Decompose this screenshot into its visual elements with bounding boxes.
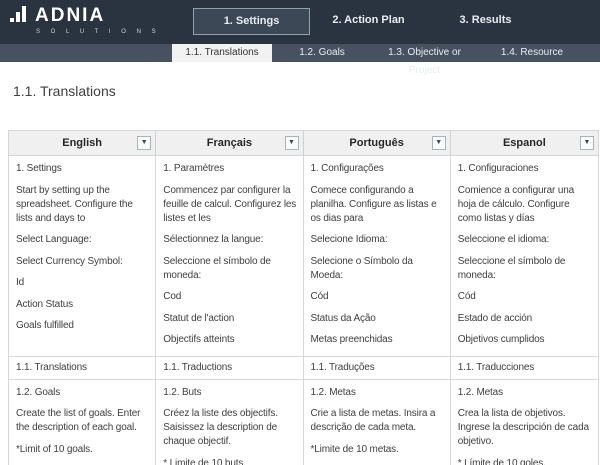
column-cells-portugues: 1.1. Traduções bbox=[304, 357, 451, 379]
table-cell[interactable]: 1. Configuraciones bbox=[458, 162, 592, 176]
page-title: 1.1. Translations bbox=[13, 83, 600, 99]
table-cell[interactable]: Seleccione el símbolo de moneda: bbox=[163, 255, 296, 283]
table-cell[interactable]: Crie a lista de metas. Insira a descriçã… bbox=[311, 407, 444, 435]
table-cell[interactable]: Seleccione el idioma: bbox=[458, 233, 592, 247]
nav-tab-settings[interactable]: 1. Settings bbox=[193, 8, 310, 35]
column-header-francais[interactable]: Français ▼ bbox=[156, 131, 303, 155]
table-cell[interactable]: Créez la liste des objectifs. Saisissez … bbox=[163, 407, 296, 449]
adnia-logo-icon bbox=[10, 6, 30, 24]
column-cells-portugues: 1. Configurações Comece configurando a p… bbox=[304, 156, 451, 356]
table-cell[interactable]: Seleccione el símbolo de moneda: bbox=[458, 255, 592, 283]
subnav-tab-objective-or-project[interactable]: 1.3. Objective or Project bbox=[372, 44, 477, 62]
column-cells-espanol: 1.1. Traducciones bbox=[451, 357, 598, 379]
filter-dropdown-button[interactable]: ▼ bbox=[137, 136, 151, 150]
column-header-label: English bbox=[62, 137, 102, 149]
table-cell[interactable]: Cód bbox=[458, 290, 592, 304]
column-cells-english: 1. Settings Start by setting up the spre… bbox=[9, 156, 156, 356]
top-header-bar: ADNIA S O L U T I O N S 1. Settings 2. A… bbox=[0, 0, 600, 44]
table-cell[interactable]: Create the list of goals. Enter the desc… bbox=[16, 407, 149, 435]
table-cell[interactable]: Estado de acción bbox=[458, 312, 592, 326]
nav-tab-action-plan[interactable]: 2. Action Plan bbox=[310, 8, 427, 35]
nav-tab-results[interactable]: 3. Results bbox=[427, 8, 544, 35]
chevron-down-icon: ▼ bbox=[288, 139, 295, 146]
column-cells-francais: 1.1. Traductions bbox=[156, 357, 303, 379]
table-cell[interactable]: 1.1. Translations bbox=[16, 361, 149, 375]
table-cell[interactable]: Metas preenchidas bbox=[311, 333, 444, 347]
column-cells-francais: 1.2. Buts Créez la liste des objectifs. … bbox=[156, 380, 303, 465]
table-section-settings: 1. Settings Start by setting up the spre… bbox=[9, 156, 598, 356]
table-cell[interactable]: 1.1. Traduções bbox=[311, 361, 444, 375]
column-header-espanol[interactable]: Espanol ▼ bbox=[451, 131, 598, 155]
table-cell[interactable]: * Limite de 10 buts. bbox=[163, 457, 296, 465]
table-section-translations-row: 1.1. Translations 1.1. Traductions 1.1. … bbox=[9, 356, 598, 380]
table-cell[interactable]: 1. Settings bbox=[16, 162, 149, 176]
column-cells-francais: 1. Paramètres Commencez par configurer l… bbox=[156, 156, 303, 356]
column-cells-espanol: 1.2. Metas Crea la lista de objetivos. I… bbox=[451, 380, 598, 465]
table-cell[interactable]: Crea la lista de objetivos. Ingrese la d… bbox=[458, 407, 592, 449]
table-cell[interactable]: 1.2. Goals bbox=[16, 386, 149, 400]
table-cell[interactable]: Sélectionnez la langue: bbox=[163, 233, 296, 247]
table-cell[interactable]: Select Language: bbox=[16, 233, 149, 247]
column-cells-espanol: 1. Configuraciones Comience a configurar… bbox=[451, 156, 598, 356]
filter-dropdown-button[interactable]: ▼ bbox=[432, 136, 446, 150]
column-header-label: Espanol bbox=[503, 137, 546, 149]
table-cell[interactable]: 1. Configurações bbox=[311, 162, 444, 176]
brand-name: ADNIA bbox=[35, 6, 105, 26]
table-cell[interactable]: *Limit of 10 goals. bbox=[16, 443, 149, 457]
sub-nav-bar: 1.1. Translations 1.2. Goals 1.3. Object… bbox=[0, 44, 600, 62]
brand-logo: ADNIA S O L U T I O N S bbox=[10, 6, 160, 35]
column-header-label: Français bbox=[207, 137, 252, 149]
table-cell[interactable]: Comece configurando a planilha. Configur… bbox=[311, 184, 444, 226]
table-cell[interactable]: 1.2. Buts bbox=[163, 386, 296, 400]
chevron-down-icon: ▼ bbox=[435, 139, 442, 146]
column-header-english[interactable]: English ▼ bbox=[9, 131, 156, 155]
table-cell[interactable]: Status da Ação bbox=[311, 312, 444, 326]
column-cells-english: 1.1. Translations bbox=[9, 357, 156, 379]
table-cell[interactable]: 1.2. Metas bbox=[311, 386, 444, 400]
table-cell[interactable]: Goals fulfilled bbox=[16, 319, 149, 333]
column-cells-portugues: 1.2. Metas Crie a lista de metas. Insira… bbox=[304, 380, 451, 465]
table-cell[interactable]: Selecione o Símbolo da Moeda: bbox=[311, 255, 444, 283]
table-cell[interactable]: Selecione Idioma: bbox=[311, 233, 444, 247]
table-cell[interactable]: Commencez par configurer la feuille de c… bbox=[163, 184, 296, 226]
subnav-tab-goals[interactable]: 1.2. Goals bbox=[272, 44, 372, 62]
table-cell[interactable]: 1.1. Traducciones bbox=[458, 361, 592, 375]
table-cell[interactable]: Statut de l'action bbox=[163, 312, 296, 326]
table-cell[interactable]: 1. Paramètres bbox=[163, 162, 296, 176]
table-cell[interactable]: Objectifs atteints bbox=[163, 333, 296, 347]
table-cell[interactable]: Action Status bbox=[16, 298, 149, 312]
column-header-label: Português bbox=[349, 137, 403, 149]
filter-dropdown-button[interactable]: ▼ bbox=[580, 136, 594, 150]
filter-dropdown-button[interactable]: ▼ bbox=[285, 136, 299, 150]
column-cells-english: 1.2. Goals Create the list of goals. Ent… bbox=[9, 380, 156, 465]
brand-subtitle: S O L U T I O N S bbox=[36, 29, 160, 35]
chevron-down-icon: ▼ bbox=[584, 139, 591, 146]
table-section-goals: 1.2. Goals Create the list of goals. Ent… bbox=[9, 380, 598, 465]
subnav-tab-translations[interactable]: 1.1. Translations bbox=[172, 44, 272, 62]
table-cell[interactable]: Select Currency Symbol: bbox=[16, 255, 149, 269]
table-cell[interactable]: Id bbox=[16, 276, 149, 290]
table-cell[interactable]: Objetivos cumplidos bbox=[458, 333, 592, 347]
table-cell[interactable]: 1.2. Metas bbox=[458, 386, 592, 400]
main-nav: 1. Settings 2. Action Plan 3. Results bbox=[193, 8, 544, 35]
table-cell[interactable]: * Límite de 10 goles. bbox=[458, 457, 592, 465]
subnav-tab-resource[interactable]: 1.4. Resource bbox=[477, 44, 587, 62]
chevron-down-icon: ▼ bbox=[141, 139, 148, 146]
table-cell[interactable]: 1.1. Traductions bbox=[163, 361, 296, 375]
table-cell[interactable]: Start by setting up the spreadsheet. Con… bbox=[16, 184, 149, 226]
table-cell[interactable]: Cod bbox=[163, 290, 296, 304]
table-cell[interactable]: *Limite de 10 metas. bbox=[311, 443, 444, 457]
column-header-portugues[interactable]: Português ▼ bbox=[304, 131, 451, 155]
table-cell[interactable]: Comience a configurar una hoja de cálcul… bbox=[458, 184, 592, 226]
table-header-row: English ▼ Français ▼ Português ▼ Espanol… bbox=[9, 130, 598, 156]
table-cell[interactable]: Cód bbox=[311, 290, 444, 304]
translations-table: English ▼ Français ▼ Português ▼ Espanol… bbox=[8, 130, 599, 465]
